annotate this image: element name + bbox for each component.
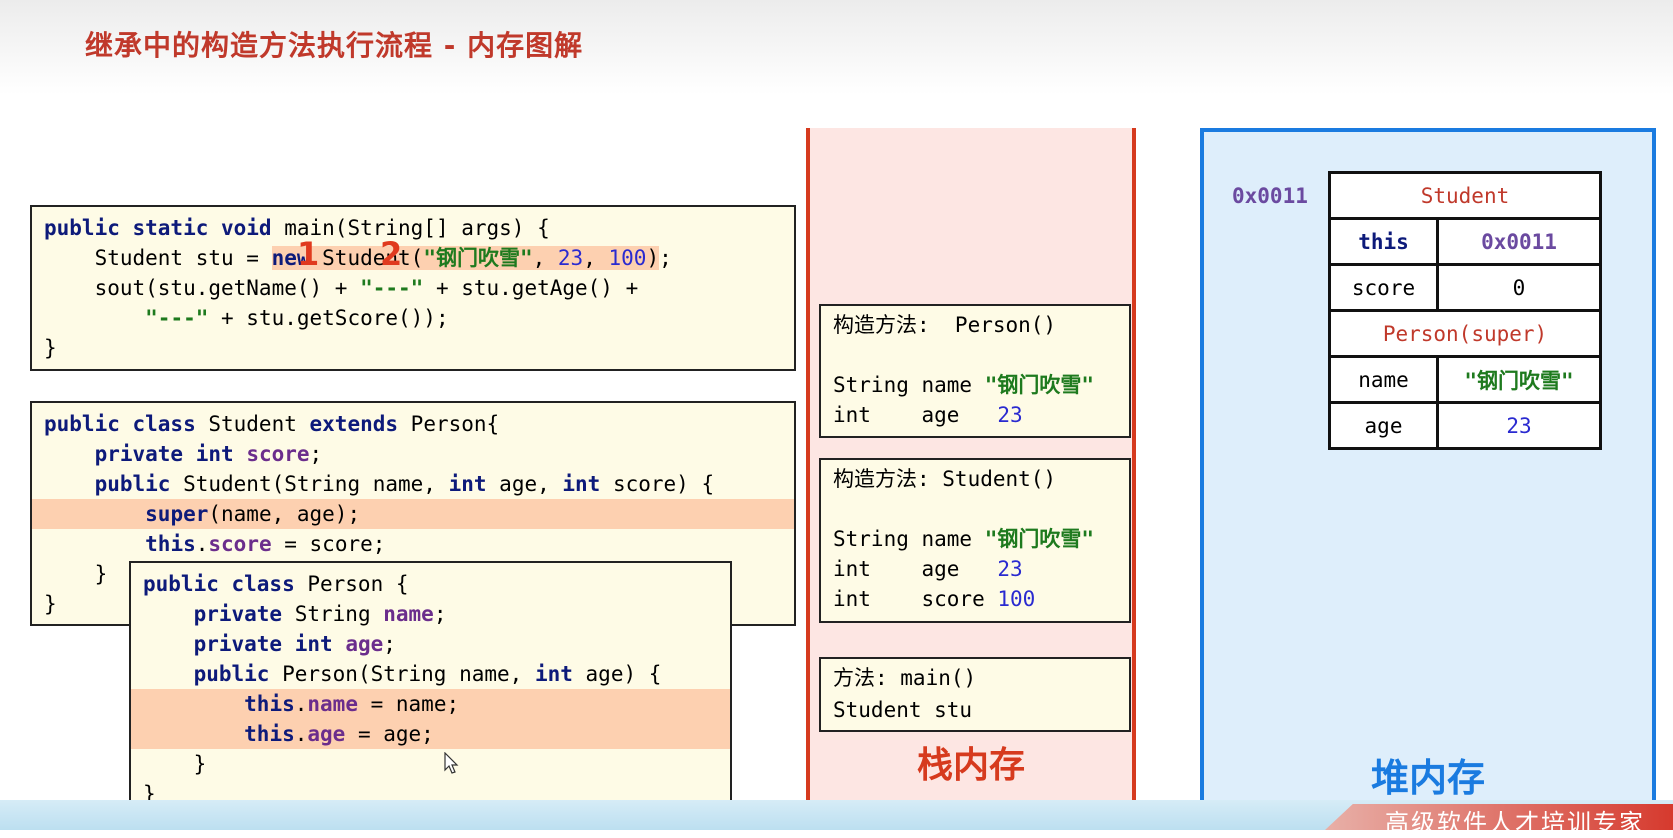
score-value: 0 <box>1436 263 1602 312</box>
stack-memory-label: 栈内存 <box>916 745 1025 786</box>
code-line: public class Person { <box>143 572 409 596</box>
frame-title: 构造方法: Person() <box>833 313 1057 337</box>
code-line-highlighted: this.name = name; <box>131 689 730 719</box>
code-line: private int age; <box>193 632 396 656</box>
code-line: private int score; <box>94 442 323 466</box>
person-code-box: public class Person { private String nam… <box>129 561 732 817</box>
this-value: 0x0011 <box>1436 217 1602 266</box>
stack-memory-panel: 构造方法: Person() String name "钢门吹雪" int ag… <box>806 128 1136 804</box>
code-line: private String name; <box>193 602 447 626</box>
code-line: public static void main(String[] args) { <box>44 216 550 240</box>
code-line: public Person(String name, int age) { <box>193 662 662 686</box>
code-line: Student stu = new Student("钢门吹雪", 23, 10… <box>44 246 672 270</box>
frame-row: String name "钢门吹雪" <box>833 373 1095 397</box>
brand-slogan: 高级软件人才培训专家 <box>1385 809 1645 837</box>
age-value: 23 <box>1436 401 1602 450</box>
object-class-name: Student <box>1328 171 1602 220</box>
frame-row: int age 23 <box>833 403 1023 427</box>
code-line: "---" + stu.getScore()); <box>145 306 449 330</box>
step-marker-2: 2 <box>380 235 403 273</box>
code-line: public class Student extends Person{ <box>44 412 500 436</box>
frame-title: 构造方法: Student() <box>833 467 1057 491</box>
heap-memory-panel: 0x0011 Student this 0x0011 score 0 Perso… <box>1200 128 1656 804</box>
super-section-label: Person(super) <box>1328 309 1602 358</box>
slide-title: 继承中的构造方法执行流程 - 内存图解 <box>85 29 584 62</box>
code-line: this.score = score; <box>145 532 386 556</box>
this-key: this <box>1328 217 1439 266</box>
heap-memory-label: 堆内存 <box>1370 756 1485 800</box>
stack-frame-person: 构造方法: Person() String name "钢门吹雪" int ag… <box>819 304 1131 438</box>
score-key: score <box>1328 263 1439 312</box>
code-line-highlighted: this.age = age; <box>131 719 730 749</box>
student-object-table: Student this 0x0011 score 0 Person(super… <box>1328 171 1602 450</box>
frame-row: int age 23 <box>833 557 1023 581</box>
heap-address: 0x0011 <box>1232 184 1308 208</box>
stack-frame-student: 构造方法: Student() String name "钢门吹雪" int a… <box>819 458 1131 623</box>
frame-title: 方法: main() <box>833 666 977 690</box>
code-line: sout(stu.getName() + "---" + stu.getAge(… <box>44 276 639 300</box>
frame-row: String name "钢门吹雪" <box>833 527 1095 551</box>
stack-frame-main: 方法: main() Student stu <box>819 657 1131 732</box>
name-value: "钢门吹雪" <box>1436 355 1602 404</box>
main-code-box: public static void main(String[] args) {… <box>30 205 796 371</box>
name-key: name <box>1328 355 1439 404</box>
frame-row: Student stu <box>833 698 973 722</box>
code-line: public Student(String name, int age, int… <box>94 472 715 496</box>
code-line: } <box>143 752 207 776</box>
age-key: age <box>1328 401 1439 450</box>
step-marker-1: 1 <box>297 235 320 273</box>
frame-row: int score 100 <box>833 587 1036 611</box>
code-line: } <box>44 336 57 360</box>
code-line-highlighted: super(name, age); <box>32 499 794 529</box>
mouse-cursor-icon <box>444 752 459 774</box>
